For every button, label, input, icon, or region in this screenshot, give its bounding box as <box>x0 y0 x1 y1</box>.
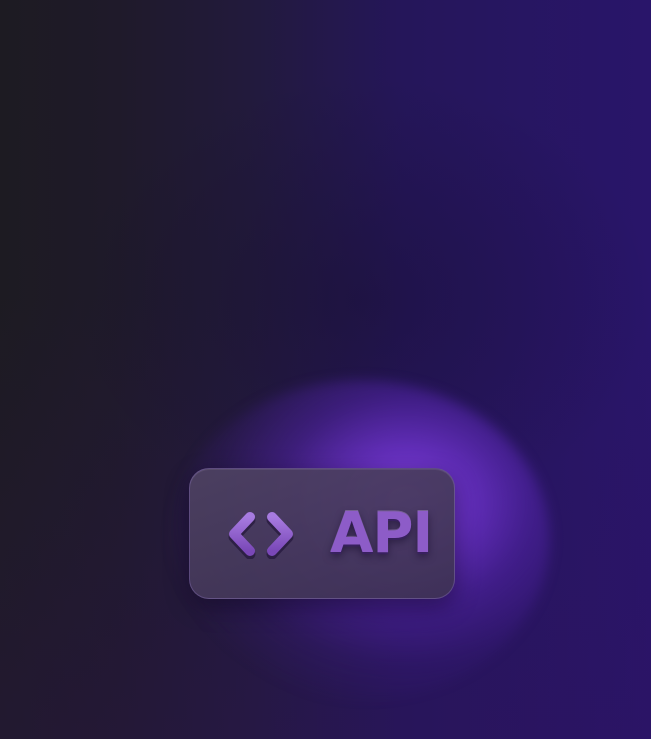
api-badge: API <box>189 468 455 599</box>
code-brackets-icon <box>226 509 296 560</box>
api-label: API <box>330 501 433 566</box>
